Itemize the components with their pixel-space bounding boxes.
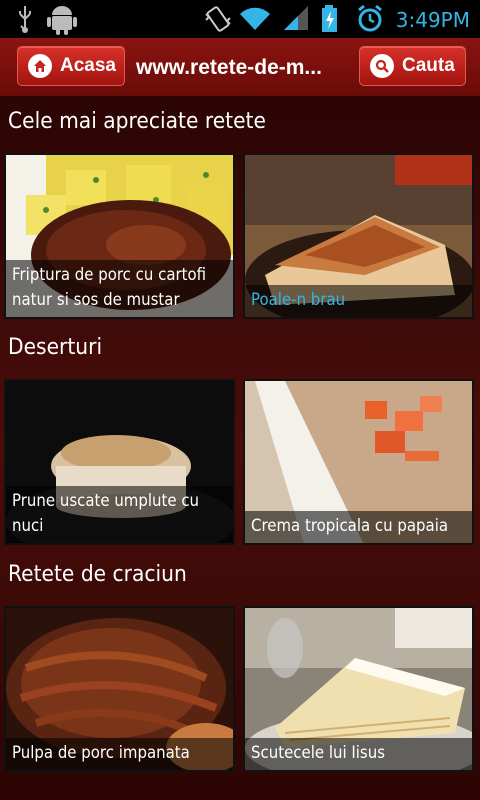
section-title-christmas: Retete de craciun	[8, 562, 187, 587]
android-debug-icon	[47, 6, 77, 35]
alarm-icon	[358, 4, 382, 32]
recipe-caption: Crema tropicala cu papaia	[245, 511, 472, 543]
clock: 3:49PM	[395, 8, 470, 32]
home-icon	[28, 54, 52, 78]
signal-icon	[284, 6, 308, 30]
wifi-icon	[240, 7, 270, 31]
recipe-card[interactable]: Scutecele lui Iisus	[243, 606, 474, 772]
recipe-list: Cele mai apreciate retete Friptura de po…	[0, 97, 480, 800]
search-button[interactable]: Cauta	[359, 46, 466, 86]
status-bar: 3:49PM	[0, 0, 480, 38]
recipe-caption: Pulpa de porc impanata	[6, 738, 233, 770]
home-button[interactable]: Acasa	[17, 46, 125, 86]
usb-icon	[19, 6, 31, 33]
recipe-caption: Prune uscate umplute cu nuci	[6, 486, 233, 543]
recipe-caption: Poale-n brau	[245, 285, 472, 317]
recipe-card[interactable]: Prune uscate umplute cu nuci	[4, 379, 235, 545]
recipe-card[interactable]: Poale-n brau	[243, 153, 474, 319]
recipe-caption: Scutecele lui Iisus	[245, 738, 472, 770]
section-title-top-rated: Cele mai apreciate retete	[8, 109, 266, 134]
search-button-label: Cauta	[402, 55, 455, 76]
battery-charging-icon	[322, 5, 337, 32]
recipe-card[interactable]: Pulpa de porc impanata	[4, 606, 235, 772]
section-title-desserts: Deserturi	[8, 335, 103, 360]
search-icon	[370, 54, 394, 78]
recipe-card[interactable]: Crema tropicala cu papaia	[243, 379, 474, 545]
vibrate-icon	[205, 6, 231, 32]
app-header: Acasa www.retete-de-m... Cauta	[0, 38, 480, 97]
recipe-caption: Friptura de porc cu cartofi natur si sos…	[6, 260, 233, 317]
site-title: www.retete-de-m...	[136, 56, 322, 79]
recipe-card[interactable]: Friptura de porc cu cartofi natur si sos…	[4, 153, 235, 319]
home-button-label: Acasa	[60, 55, 116, 76]
